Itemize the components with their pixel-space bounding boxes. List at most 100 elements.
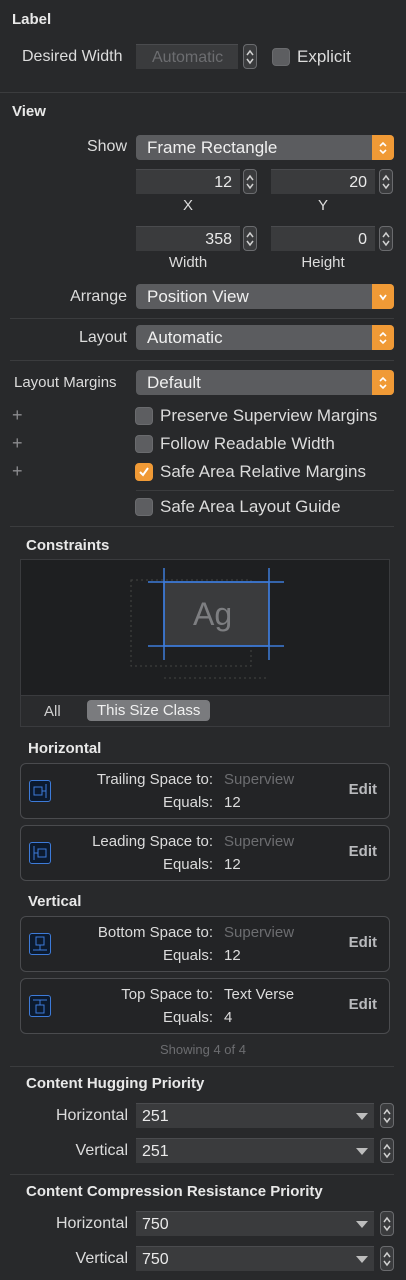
compression-horizontal-value: 750 xyxy=(142,1216,169,1233)
section-divider xyxy=(0,92,406,93)
constraint-value: 4 xyxy=(224,1009,233,1026)
readable-width-checkbox[interactable] xyxy=(135,435,153,453)
row-divider xyxy=(10,1066,394,1067)
tab-all[interactable]: All xyxy=(44,703,61,720)
width-stepper[interactable] xyxy=(243,226,257,251)
constraint-equals-label: Equals: xyxy=(162,794,213,811)
compression-horizontal-stepper[interactable] xyxy=(380,1211,394,1236)
edit-button[interactable]: Edit xyxy=(349,934,377,951)
hugging-horizontal-combo[interactable]: 251 xyxy=(136,1103,374,1128)
preserve-margins-checkbox[interactable] xyxy=(135,407,153,425)
edit-button[interactable]: Edit xyxy=(349,843,377,860)
popup-arrows-icon xyxy=(372,370,394,395)
width-label: Width xyxy=(168,254,208,271)
safe-area-margins-checkbox[interactable] xyxy=(135,463,153,481)
y-stepper[interactable] xyxy=(379,169,393,194)
explicit-checkbox[interactable] xyxy=(272,48,290,66)
show-label: Show xyxy=(86,138,127,155)
add-variation-button[interactable]: + xyxy=(12,433,23,454)
view-section-title: View xyxy=(12,103,46,120)
hugging-horizontal-stepper[interactable] xyxy=(380,1103,394,1128)
constraint-value: 12 xyxy=(224,794,241,811)
arrange-label: Arrange xyxy=(70,288,127,305)
hugging-title: Content Hugging Priority xyxy=(26,1075,205,1092)
height-field[interactable]: 0 xyxy=(271,226,375,251)
hugging-vertical-value: 251 xyxy=(142,1143,169,1160)
leading-space-icon xyxy=(29,842,51,864)
constraint-equals-label: Equals: xyxy=(162,856,213,873)
height-stepper[interactable] xyxy=(379,226,393,251)
y-label: Y xyxy=(317,197,328,214)
top-space-icon xyxy=(29,995,51,1017)
show-popup[interactable]: Frame Rectangle xyxy=(136,135,394,160)
constraints-title: Constraints xyxy=(26,537,110,554)
constraint-value: 12 xyxy=(224,947,241,964)
edit-button[interactable]: Edit xyxy=(349,996,377,1013)
x-label: X xyxy=(182,197,193,214)
add-variation-button[interactable]: + xyxy=(12,405,23,426)
safe-area-margins-label: Safe Area Relative Margins xyxy=(160,462,366,481)
constraint-bottom[interactable]: Bottom Space to: Superview Equals: 12 Ed… xyxy=(20,916,390,972)
triangle-down-icon[interactable] xyxy=(356,1113,368,1120)
row-divider xyxy=(10,1174,394,1175)
constraint-trailing[interactable]: Trailing Space to: Superview Equals: 12 … xyxy=(20,763,390,819)
constraint-equals-label: Equals: xyxy=(162,947,213,964)
constraint-key: Leading Space to: xyxy=(92,833,213,850)
popup-arrows-icon xyxy=(372,135,394,160)
layout-popup[interactable]: Automatic xyxy=(136,325,394,350)
tab-this-size-class[interactable]: This Size Class xyxy=(87,700,211,721)
constraint-key: Top Space to: xyxy=(121,986,213,1003)
readable-width-label: Follow Readable Width xyxy=(160,434,335,453)
constraints-tab-bar: All This Size Class xyxy=(21,695,389,726)
row-divider xyxy=(10,526,394,527)
label-section-title: Label xyxy=(12,11,52,28)
bottom-space-icon xyxy=(29,933,51,955)
compression-vertical-stepper[interactable] xyxy=(380,1246,394,1271)
arrange-popup-value: Position View xyxy=(147,287,249,306)
preserve-margins-label: Preserve Superview Margins xyxy=(160,406,378,425)
desired-width-stepper[interactable] xyxy=(243,44,257,69)
y-field[interactable]: 20 xyxy=(271,169,375,194)
arrange-popup[interactable]: Position View xyxy=(136,284,394,309)
triangle-down-icon[interactable] xyxy=(356,1148,368,1155)
triangle-down-icon[interactable] xyxy=(356,1256,368,1263)
constraint-target: Text Verse xyxy=(224,986,295,1003)
height-label: Height xyxy=(301,254,345,271)
hugging-vertical-combo[interactable]: 251 xyxy=(136,1138,374,1163)
constraint-target: Superview xyxy=(224,924,295,941)
triangle-down-icon[interactable] xyxy=(356,1221,368,1228)
chevron-down-icon xyxy=(372,284,394,309)
row-divider xyxy=(10,318,394,319)
compression-vertical-value: 750 xyxy=(142,1251,169,1268)
layout-label: Layout xyxy=(78,329,127,346)
hugging-vertical-stepper[interactable] xyxy=(380,1138,394,1163)
row-divider xyxy=(136,490,394,491)
horizontal-title: Horizontal xyxy=(28,740,102,757)
constraint-key: Trailing Space to: xyxy=(96,771,213,788)
constraint-value: 12 xyxy=(224,856,241,873)
constraint-target: Superview xyxy=(224,771,295,788)
desired-width-field[interactable]: Automatic xyxy=(136,44,238,69)
edit-button[interactable]: Edit xyxy=(349,781,377,798)
add-variation-button[interactable]: + xyxy=(12,461,23,482)
constraint-target: Superview xyxy=(224,833,295,850)
width-field[interactable]: 358 xyxy=(136,226,240,251)
compression-vertical-label: Vertical xyxy=(75,1250,128,1267)
compression-vertical-combo[interactable]: 750 xyxy=(136,1246,374,1271)
compression-horizontal-combo[interactable]: 750 xyxy=(136,1211,374,1236)
layout-margins-popup[interactable]: Default xyxy=(136,370,394,395)
x-field[interactable]: 12 xyxy=(136,169,240,194)
vertical-title: Vertical xyxy=(28,893,82,910)
constraint-top[interactable]: Top Space to: Text Verse Equals: 4 Edit xyxy=(20,978,390,1034)
safe-area-guide-checkbox[interactable] xyxy=(135,498,153,516)
hugging-horizontal-label: Horizontal xyxy=(55,1107,128,1124)
show-popup-value: Frame Rectangle xyxy=(147,138,278,157)
desired-width-label: Desired Width xyxy=(22,48,123,65)
showing-count: Showing 4 of 4 xyxy=(159,1042,246,1057)
x-stepper[interactable] xyxy=(243,169,257,194)
layout-margins-label: Layout Margins xyxy=(14,374,117,391)
constraint-leading[interactable]: Leading Space to: Superview Equals: 12 E… xyxy=(20,825,390,881)
safe-area-guide-label: Safe Area Layout Guide xyxy=(160,497,341,516)
hugging-horizontal-value: 251 xyxy=(142,1108,169,1125)
constraint-key: Bottom Space to: xyxy=(97,924,213,941)
